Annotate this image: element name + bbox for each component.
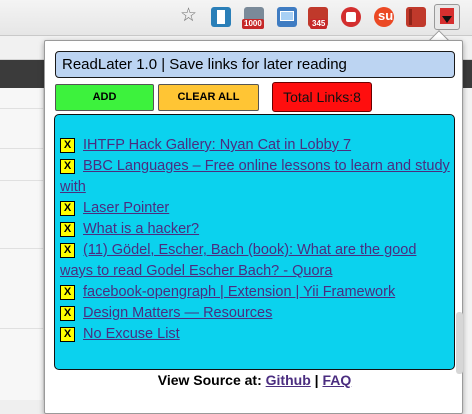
page-footer xyxy=(0,400,44,414)
remove-link-button[interactable]: X xyxy=(60,222,75,237)
github-link[interactable]: Github xyxy=(266,372,311,388)
page-content-right xyxy=(463,88,472,414)
saved-link[interactable]: Design Matters — Resources xyxy=(83,305,272,321)
add-button[interactable]: ADD xyxy=(55,84,154,111)
saved-link[interactable]: Laser Pointer xyxy=(83,200,169,216)
faq-link[interactable]: FAQ xyxy=(322,372,351,388)
bookmark-star-icon[interactable]: ☆ xyxy=(180,6,197,26)
saved-link[interactable]: facebook-opengraph | Extension | Yii Fra… xyxy=(83,284,395,300)
readlater-ext-icon[interactable] xyxy=(434,4,460,30)
footer-separator: | xyxy=(314,372,319,388)
list-item: X Design Matters — Resources xyxy=(60,303,450,324)
clear-all-button[interactable]: CLEAR ALL xyxy=(158,84,259,111)
saved-link[interactable]: IHTFP Hack Gallery: Nyan Cat in Lobby 7 xyxy=(83,137,351,153)
total-links-count: Total Links:8 xyxy=(272,82,372,112)
stumbleupon-icon[interactable]: su xyxy=(374,7,394,27)
saved-link[interactable]: No Excuse List xyxy=(83,326,180,342)
book-ext-icon[interactable] xyxy=(406,7,426,27)
list-item: X (11) Gödel, Escher, Bach (book): What a… xyxy=(60,240,450,282)
remove-link-button[interactable]: X xyxy=(60,201,75,216)
remove-link-button[interactable]: X xyxy=(60,138,75,153)
list-item: X Laser Pointer xyxy=(60,198,450,219)
list-item: Xfacebook-opengraph | Extension | Yii Fr… xyxy=(60,282,450,303)
remove-link-button[interactable]: X xyxy=(60,327,75,342)
list-item: X What is a hacker? xyxy=(60,219,450,240)
list-item: X BBC Languages – Free online lessons to … xyxy=(60,156,450,198)
popup-footer: View Source at: Github | FAQ xyxy=(45,372,464,388)
saved-links-list: X IHTFP Hack Gallery: Nyan Cat in Lobby 7… xyxy=(54,114,455,370)
bookmark-ext-icon[interactable] xyxy=(211,7,231,27)
counter-ext-icon[interactable]: 1000 xyxy=(242,7,264,29)
remove-link-button[interactable]: X xyxy=(60,306,75,321)
stop-ext-icon[interactable] xyxy=(341,7,361,27)
popup-title: ReadLater 1.0 | Save links for later rea… xyxy=(55,51,455,78)
list-item: X IHTFP Hack Gallery: Nyan Cat in Lobby 7 xyxy=(60,135,450,156)
remove-link-button[interactable]: X xyxy=(60,285,75,300)
saved-link[interactable]: What is a hacker? xyxy=(83,221,199,237)
saved-link[interactable]: BBC Languages – Free online lessons to l… xyxy=(60,158,450,195)
readlater-popup: ReadLater 1.0 | Save links for later rea… xyxy=(44,40,463,414)
speed-ext-icon[interactable]: 345 xyxy=(308,7,328,29)
page-scrollbar[interactable] xyxy=(456,312,463,374)
page-content-left xyxy=(0,88,44,414)
browser-toolbar: ☆ 1000 345 su xyxy=(0,0,472,36)
footer-prefix: View Source at: xyxy=(157,372,262,388)
remove-link-button[interactable]: X xyxy=(60,159,75,174)
saved-link[interactable]: (11) Gödel, Escher, Bach (book): What ar… xyxy=(60,242,416,279)
photo-ext-icon[interactable] xyxy=(277,7,297,27)
list-item: X No Excuse List xyxy=(60,324,450,345)
remove-link-button[interactable]: X xyxy=(60,243,75,258)
